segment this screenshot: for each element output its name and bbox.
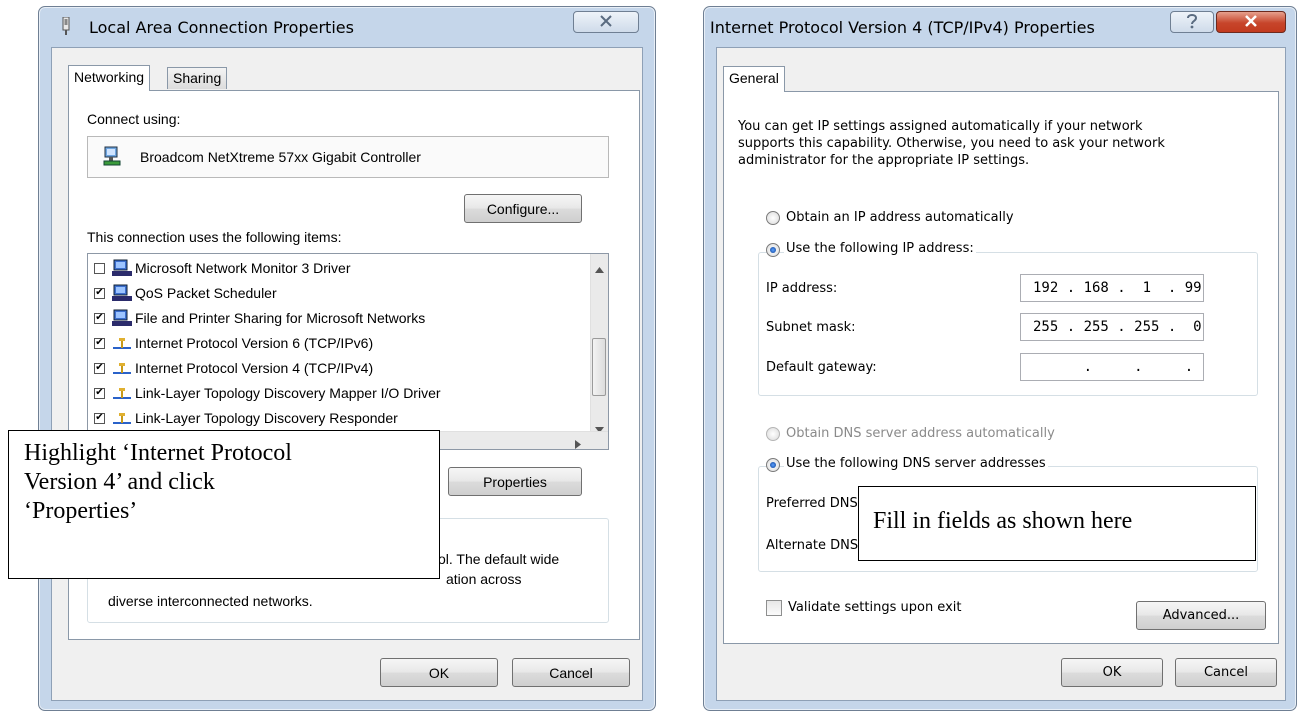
- window-title: Internet Protocol Version 4 (TCP/IPv4) P…: [710, 18, 1095, 37]
- dialog-client-area: Networking Sharing Connect using: Broadc…: [51, 47, 643, 701]
- item-checkbox[interactable]: [94, 262, 105, 274]
- window-icon: [61, 16, 71, 35]
- item-checkbox[interactable]: ✔: [94, 362, 105, 374]
- local-area-connection-properties-window: Local Area Connection Properties Network…: [38, 6, 656, 711]
- item-label: QoS Packet Scheduler: [135, 285, 277, 301]
- list-item[interactable]: ✔ Link-Layer Topology Discovery Responde…: [94, 407, 398, 429]
- item-label: Link-Layer Topology Discovery Responder: [135, 410, 398, 426]
- ok-button[interactable]: OK: [1061, 658, 1163, 687]
- tab-sharing[interactable]: Sharing: [167, 67, 228, 89]
- item-label: File and Printer Sharing for Microsoft N…: [135, 310, 426, 326]
- callout-line-2: Version 4’ and click: [24, 469, 215, 495]
- general-tab-panel: You can get IP settings assigned automat…: [723, 91, 1279, 644]
- adapter-name: Broadcom NetXtreme 57xx Gigabit Controll…: [140, 149, 421, 165]
- protocol-icon: [112, 384, 132, 402]
- list-item[interactable]: ✔ Link-Layer Topology Discovery Mapper I…: [94, 382, 441, 404]
- description-line-1: ol. The default wide: [438, 551, 560, 567]
- obtain-dns-auto-radio[interactable]: [766, 427, 780, 441]
- ipv4-properties-window: Internet Protocol Version 4 (TCP/IPv4) P…: [703, 6, 1297, 711]
- use-following-ip-radio[interactable]: [766, 243, 780, 257]
- tab-networking[interactable]: Networking: [68, 65, 151, 91]
- close-button[interactable]: [573, 11, 639, 33]
- subnet-mask-label: Subnet mask:: [766, 320, 856, 335]
- cancel-button[interactable]: Cancel: [1175, 658, 1277, 687]
- close-icon: [599, 14, 613, 30]
- items-label: This connection uses the following items…: [87, 229, 342, 245]
- vertical-scrollbar[interactable]: [590, 254, 608, 434]
- advanced-button[interactable]: Advanced...: [1136, 601, 1266, 630]
- connection-items-list[interactable]: Microsoft Network Monitor 3 Driver ✔ QoS…: [87, 253, 609, 450]
- item-checkbox[interactable]: ✔: [94, 387, 105, 399]
- help-icon: [1186, 13, 1198, 32]
- callout-line-3: ‘Properties’: [24, 498, 138, 524]
- protocol-icon: [112, 409, 132, 427]
- list-item[interactable]: ✔ Internet Protocol Version 4 (TCP/IPv4): [94, 357, 373, 379]
- item-label: Microsoft Network Monitor 3 Driver: [135, 260, 351, 276]
- configure-button[interactable]: Configure...: [464, 194, 582, 223]
- alternate-dns-label: Alternate DNS: [766, 538, 859, 553]
- window-title: Local Area Connection Properties: [89, 18, 354, 37]
- help-button[interactable]: [1170, 11, 1214, 33]
- description-line-2: ation across: [446, 571, 522, 587]
- instruction-callout-left: Highlight ‘Internet Protocol Version 4’ …: [8, 430, 440, 579]
- title-bar[interactable]: Local Area Connection Properties: [39, 7, 655, 41]
- close-button[interactable]: [1216, 11, 1286, 33]
- preferred-dns-label: Preferred DNS: [766, 496, 858, 511]
- ip-address-label: IP address:: [766, 281, 838, 296]
- protocol-icon: [112, 334, 132, 352]
- network-client-icon: [112, 259, 132, 277]
- close-icon: [1244, 14, 1258, 30]
- use-following-ip-label: Use the following IP address:: [784, 241, 976, 256]
- list-item[interactable]: ✔ Internet Protocol Version 6 (TCP/IPv6): [94, 332, 373, 354]
- list-item[interactable]: ✔ File and Printer Sharing for Microsoft…: [94, 307, 425, 329]
- ip-address-input[interactable]: 192 . 168 . 1 . 99: [1020, 274, 1204, 302]
- properties-button[interactable]: Properties: [448, 467, 582, 496]
- scrollbar-thumb[interactable]: [592, 338, 606, 396]
- tab-general[interactable]: General: [723, 66, 785, 92]
- scroll-up-icon[interactable]: [595, 260, 604, 276]
- cancel-button[interactable]: Cancel: [512, 658, 630, 687]
- obtain-ip-auto-radio[interactable]: [766, 211, 780, 225]
- ok-button[interactable]: OK: [380, 658, 498, 687]
- default-gateway-label: Default gateway:: [766, 360, 877, 375]
- intro-line-1: You can get IP settings assigned automat…: [738, 119, 1143, 134]
- network-adapter-icon: [102, 145, 124, 170]
- instruction-callout-right: Fill in fields as shown here: [858, 486, 1256, 561]
- item-label: Internet Protocol Version 4 (TCP/IPv4): [135, 360, 374, 376]
- list-item[interactable]: Microsoft Network Monitor 3 Driver: [94, 257, 351, 279]
- subnet-mask-input[interactable]: 255 . 255 . 255 . 0: [1020, 313, 1204, 341]
- item-checkbox[interactable]: ✔: [94, 412, 105, 424]
- validate-label: Validate settings upon exit: [788, 600, 962, 615]
- obtain-ip-auto-label: Obtain an IP address automatically: [786, 210, 1014, 225]
- obtain-dns-auto-label: Obtain DNS server address automatically: [786, 426, 1055, 441]
- adapter-box: Broadcom NetXtreme 57xx Gigabit Controll…: [87, 136, 609, 178]
- intro-line-3: administrator for the appropriate IP set…: [738, 153, 1030, 168]
- callout-line-1: Highlight ‘Internet Protocol: [24, 440, 292, 466]
- default-gateway-input[interactable]: . . .: [1020, 353, 1204, 381]
- dialog-client-area: General You can get IP settings assigned…: [716, 47, 1286, 701]
- intro-line-2: supports this capability. Otherwise, you…: [738, 136, 1165, 151]
- use-following-dns-radio[interactable]: [766, 458, 780, 472]
- item-label: Link-Layer Topology Discovery Mapper I/O…: [135, 385, 441, 401]
- network-client-icon: [112, 309, 132, 327]
- scroll-right-icon[interactable]: [575, 436, 581, 449]
- item-checkbox[interactable]: ✔: [94, 337, 105, 349]
- list-item[interactable]: ✔ QoS Packet Scheduler: [94, 282, 277, 304]
- item-checkbox[interactable]: ✔: [94, 312, 105, 324]
- description-line-3: diverse interconnected networks.: [108, 593, 313, 609]
- item-label: Internet Protocol Version 6 (TCP/IPv6): [135, 335, 374, 351]
- callout-text: Fill in fields as shown here: [873, 508, 1133, 534]
- validate-checkbox[interactable]: [766, 600, 782, 616]
- network-client-icon: [112, 284, 132, 302]
- use-following-dns-label: Use the following DNS server addresses: [784, 456, 1048, 471]
- connect-using-label: Connect using:: [87, 111, 181, 127]
- protocol-icon: [112, 359, 132, 377]
- item-checkbox[interactable]: ✔: [94, 287, 105, 299]
- title-bar[interactable]: Internet Protocol Version 4 (TCP/IPv4) P…: [704, 7, 1296, 41]
